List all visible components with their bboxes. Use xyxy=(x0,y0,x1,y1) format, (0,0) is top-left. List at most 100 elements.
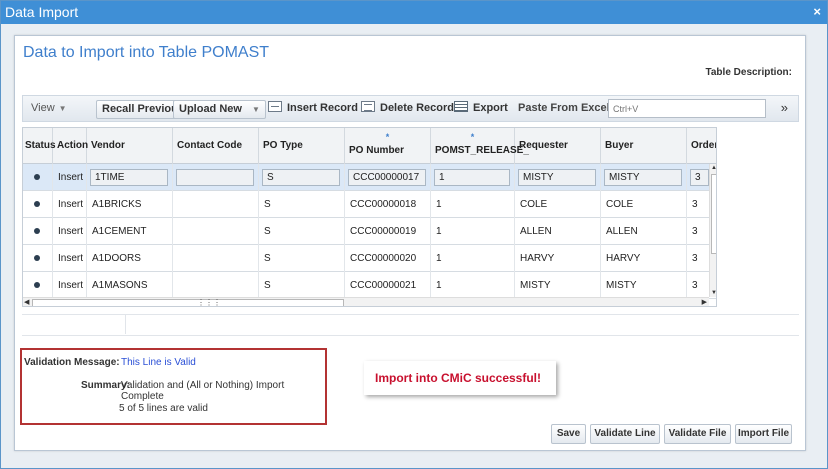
horizontal-scrollbar[interactable]: ◀ ⋮⋮⋮ ▶ xyxy=(23,297,709,307)
validate-file-button[interactable]: Validate File xyxy=(664,424,731,444)
order-cell[interactable]: 3 xyxy=(687,272,709,299)
column-header-requester[interactable]: Requester xyxy=(515,128,601,164)
po-number-cell[interactable]: CCC00000018 xyxy=(345,191,431,218)
view-menu[interactable]: View ▼ xyxy=(31,100,67,119)
status-cell xyxy=(23,164,53,191)
po-type-cell[interactable]: S xyxy=(259,218,345,245)
upload-new-button[interactable]: Upload New ▼ xyxy=(173,100,266,119)
po-number-field[interactable]: CCC00000017 xyxy=(348,169,426,186)
vendor-cell[interactable]: 1TIME xyxy=(87,164,173,191)
requester-field[interactable]: MISTY xyxy=(518,169,596,186)
scroll-left-icon[interactable]: ◀ xyxy=(24,298,29,306)
export-button[interactable]: Export xyxy=(454,100,508,119)
vendor-cell[interactable]: A1MASONS xyxy=(87,272,173,299)
requester-cell[interactable]: ALLEN xyxy=(515,218,601,245)
page-title: Data to Import into Table POMAST xyxy=(23,44,270,61)
data-import-window: Data Import × Data to Import into Table … xyxy=(0,0,828,469)
release-cell[interactable]: 1 xyxy=(431,191,515,218)
table-row[interactable]: Insert 1TIME S CCC00000017 1 MISTY MISTY… xyxy=(23,164,716,191)
vertical-scrollbar[interactable]: ▲ ▼ xyxy=(709,164,716,297)
column-header-buyer[interactable]: Buyer xyxy=(601,128,687,164)
toolbar-overflow-icon[interactable]: » xyxy=(781,100,788,115)
contact-code-cell[interactable] xyxy=(173,245,259,272)
po-number-cell[interactable]: CCC00000020 xyxy=(345,245,431,272)
contact-code-cell[interactable] xyxy=(173,218,259,245)
vendor-cell[interactable]: A1BRICKS xyxy=(87,191,173,218)
scroll-right-icon[interactable]: ▶ xyxy=(702,298,707,306)
status-dot-icon xyxy=(34,201,40,208)
action-cell: Insert xyxy=(53,218,87,245)
requester-cell[interactable]: COLE xyxy=(515,191,601,218)
buyer-cell[interactable]: HARVY xyxy=(601,245,687,272)
save-button[interactable]: Save xyxy=(551,424,586,444)
delete-record-button[interactable]: Delete Record xyxy=(361,100,454,119)
release-cell[interactable]: 1 xyxy=(431,164,515,191)
vendor-field[interactable]: 1TIME xyxy=(90,169,168,186)
po-type-cell[interactable]: S xyxy=(259,164,345,191)
order-cell[interactable]: 3 xyxy=(687,191,709,218)
order-field[interactable]: 3 xyxy=(690,169,709,186)
validate-line-button[interactable]: Validate Line xyxy=(590,424,660,444)
import-file-button[interactable]: Import File xyxy=(735,424,792,444)
contact-code-cell[interactable] xyxy=(173,272,259,299)
requester-cell[interactable]: MISTY xyxy=(515,164,601,191)
table-row[interactable]: Insert A1DOORS S CCC00000020 1 HARVY HAR… xyxy=(23,245,716,272)
column-header-release[interactable]: * POMST_RELEASE_ xyxy=(431,128,529,164)
release-cell[interactable]: 1 xyxy=(431,245,515,272)
po-type-field[interactable]: S xyxy=(262,169,340,186)
requester-cell[interactable]: MISTY xyxy=(515,272,601,299)
order-cell[interactable]: 3 xyxy=(687,245,709,272)
column-header-vendor[interactable]: Vendor xyxy=(87,128,173,164)
validation-message: This Line is Valid xyxy=(121,357,196,368)
insert-record-button[interactable]: Insert Record xyxy=(268,100,358,119)
vendor-cell[interactable]: A1CEMENT xyxy=(87,218,173,245)
buyer-cell[interactable]: MISTY xyxy=(601,272,687,299)
po-type-cell[interactable]: S xyxy=(259,191,345,218)
buyer-cell[interactable]: COLE xyxy=(601,191,687,218)
table-row[interactable]: Insert A1MASONS S CCC00000021 1 MISTY MI… xyxy=(23,272,716,299)
po-type-cell[interactable]: S xyxy=(259,245,345,272)
view-menu-label: View xyxy=(31,102,55,114)
column-header-order[interactable]: Order xyxy=(687,128,716,164)
buyer-cell[interactable]: MISTY xyxy=(601,164,687,191)
paste-from-excel-label: Paste From Excel xyxy=(518,102,610,114)
column-header-action[interactable]: Action xyxy=(53,128,88,164)
release-field[interactable]: 1 xyxy=(434,169,510,186)
buyer-field[interactable]: MISTY xyxy=(604,169,682,186)
table-description-label: Table Description: xyxy=(705,67,793,78)
paste-input[interactable] xyxy=(608,99,766,118)
release-cell[interactable]: 1 xyxy=(431,272,515,299)
grip-icon: ⋮⋮⋮ xyxy=(197,298,221,307)
release-cell[interactable]: 1 xyxy=(431,218,515,245)
column-header-status[interactable]: Status xyxy=(23,128,56,164)
column-header-po-number[interactable]: * PO Number xyxy=(345,128,431,164)
contact-code-field[interactable] xyxy=(176,169,254,186)
status-dot-icon xyxy=(34,282,40,289)
column-header-contact-code[interactable]: Contact Code xyxy=(173,128,259,164)
po-number-cell[interactable]: CCC00000017 xyxy=(345,164,431,191)
scroll-down-icon[interactable]: ▼ xyxy=(711,290,716,296)
action-cell: Insert xyxy=(53,245,87,272)
action-cell: Insert xyxy=(53,164,87,191)
po-number-cell[interactable]: CCC00000021 xyxy=(345,272,431,299)
upload-new-label: Upload New xyxy=(179,103,242,115)
po-type-cell[interactable]: S xyxy=(259,272,345,299)
close-icon[interactable]: × xyxy=(813,4,821,19)
status-dot-icon xyxy=(34,255,40,262)
contact-code-cell[interactable] xyxy=(173,164,259,191)
table-row[interactable]: Insert A1CEMENT S CCC00000019 1 ALLEN AL… xyxy=(23,218,716,245)
requester-cell[interactable]: HARVY xyxy=(515,245,601,272)
vertical-scroll-thumb[interactable] xyxy=(711,174,716,254)
table-row[interactable]: Insert A1BRICKS S CCC00000018 1 COLE COL… xyxy=(23,191,716,218)
po-number-cell[interactable]: CCC00000019 xyxy=(345,218,431,245)
contact-code-cell[interactable] xyxy=(173,191,259,218)
order-cell[interactable]: 3 xyxy=(687,164,709,191)
buyer-cell[interactable]: ALLEN xyxy=(601,218,687,245)
order-cell[interactable]: 3 xyxy=(687,218,709,245)
scroll-up-icon[interactable]: ▲ xyxy=(711,165,716,171)
column-header-po-type[interactable]: PO Type xyxy=(259,128,345,164)
horizontal-scroll-thumb[interactable]: ⋮⋮⋮ xyxy=(32,298,344,307)
vendor-cell[interactable]: A1DOORS xyxy=(87,245,173,272)
action-cell: Insert xyxy=(53,272,87,299)
import-data-grid: Status Action Vendor Contact Code PO Typ… xyxy=(22,127,717,307)
